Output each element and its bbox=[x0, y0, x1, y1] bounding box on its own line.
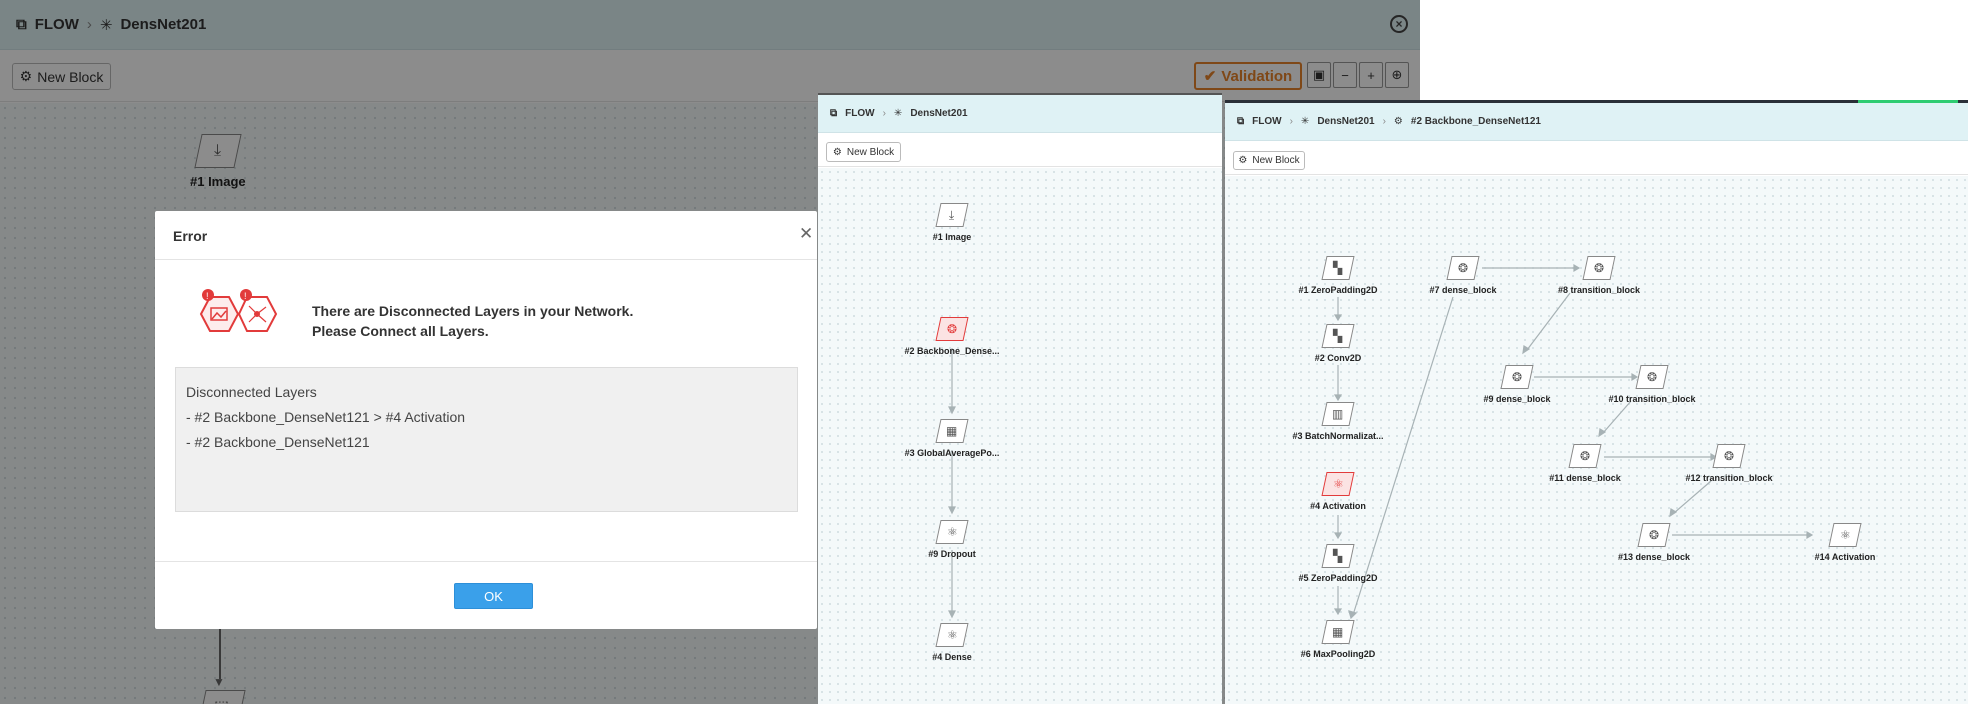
flow-node[interactable]: ❂ #13 dense_block bbox=[1614, 523, 1694, 562]
error-message-line: There are Disconnected Layers in your Ne… bbox=[312, 303, 634, 319]
node-label: #4 Dense bbox=[932, 652, 972, 662]
node-label: #5 ZeroPadding2D bbox=[1298, 573, 1378, 583]
blocks-icon: ❂ bbox=[1582, 256, 1616, 280]
flow-node[interactable]: ⚛ #14 Activation bbox=[1805, 523, 1885, 562]
flow-editor-block: ⧉ FLOW › ✳ DensNet201 › ⚙ #2 Backbone_De… bbox=[1225, 100, 1968, 704]
dense-icon: ⚛ bbox=[935, 623, 969, 647]
pooling-icon: ▦ bbox=[1321, 620, 1355, 644]
flow-node[interactable]: ▦ #3 GlobalAveragePo... bbox=[892, 419, 1012, 458]
flow-node[interactable]: ⚛ #4 Dense bbox=[917, 623, 987, 662]
node-label: #3 GlobalAveragePo... bbox=[904, 448, 1000, 458]
disconnected-layers-list: Disconnected Layers - #2 Backbone_DenseN… bbox=[175, 367, 798, 512]
error-message-line: Please Connect all Layers. bbox=[312, 323, 489, 339]
pooling-icon: ▦ bbox=[935, 419, 969, 443]
node-label: #8 transition_block bbox=[1557, 285, 1641, 295]
error-modal: Error ✕ ! ! There are Disconnected Layer… bbox=[155, 211, 817, 629]
modal-title: Error bbox=[173, 228, 208, 244]
blocks-icon: ❂ bbox=[1637, 523, 1671, 547]
node-label: #12 transition_block bbox=[1685, 473, 1773, 483]
blocks-icon: ❂ bbox=[1446, 256, 1480, 280]
node-label: #1 Image bbox=[932, 232, 972, 242]
node-label: #6 MaxPooling2D bbox=[1300, 649, 1376, 659]
flow-node[interactable]: ❂ #2 Backbone_Dense... bbox=[897, 317, 1007, 356]
flow-node[interactable]: ▦ #6 MaxPooling2D bbox=[1288, 620, 1388, 659]
modal-close-icon[interactable]: ✕ bbox=[799, 224, 813, 244]
node-label: #3 BatchNormalizat... bbox=[1292, 431, 1384, 441]
connections bbox=[948, 348, 956, 619]
flow-node[interactable]: ▥ #3 BatchNormalizat... bbox=[1283, 402, 1393, 441]
flow-node[interactable]: ⚛ #4 Activation bbox=[1298, 472, 1378, 511]
list-item: - #2 Backbone_DenseNet121 bbox=[186, 434, 370, 450]
padding-icon: ▚ bbox=[1321, 256, 1355, 280]
svg-text:!: ! bbox=[244, 291, 247, 301]
blocks-icon: ❂ bbox=[935, 317, 969, 341]
blocks-icon: ❂ bbox=[1500, 365, 1534, 389]
flow-node[interactable]: ⤓ #1 Image bbox=[922, 203, 982, 242]
flow-node[interactable]: ❂ #10 transition_block bbox=[1597, 365, 1707, 404]
flow-node[interactable]: ▚ #1 ZeroPadding2D bbox=[1288, 256, 1388, 295]
list-title: Disconnected Layers bbox=[186, 384, 317, 400]
node-label: #1 ZeroPadding2D bbox=[1298, 285, 1378, 295]
activation-icon: ⚛ bbox=[1321, 472, 1355, 496]
activation-icon: ⚛ bbox=[1828, 523, 1862, 547]
status-strip bbox=[1858, 100, 1958, 103]
conv-icon: ▚ bbox=[1321, 324, 1355, 348]
ok-button[interactable]: OK bbox=[454, 583, 533, 609]
node-label: #10 transition_block bbox=[1608, 394, 1696, 404]
flow-node[interactable]: ❂ #11 dense_block bbox=[1545, 444, 1625, 483]
flow-node[interactable]: ❂ #9 dense_block bbox=[1477, 365, 1557, 404]
node-label: #9 dense_block bbox=[1483, 394, 1551, 404]
flow-node[interactable]: ❂ #12 transition_block bbox=[1674, 444, 1784, 483]
blocks-icon: ❂ bbox=[1568, 444, 1602, 468]
node-label: #11 dense_block bbox=[1549, 473, 1621, 483]
node-label: #13 dense_block bbox=[1617, 552, 1691, 562]
svg-text:!: ! bbox=[206, 291, 209, 301]
import-icon: ⤓ bbox=[935, 203, 969, 227]
flow-node[interactable]: ⚛ #9 Dropout bbox=[917, 520, 987, 559]
flow-editor-network: ⧉ FLOW › ✳ DensNet201 ⚙ New Block ⤓ #1 I… bbox=[818, 93, 1222, 704]
flow-node[interactable]: ❂ #7 dense_block bbox=[1423, 256, 1503, 295]
flow-node[interactable]: ▚ #5 ZeroPadding2D bbox=[1288, 544, 1388, 583]
node-label: #4 Activation bbox=[1310, 501, 1366, 511]
blocks-icon: ❂ bbox=[1635, 365, 1669, 389]
blocks-icon: ❂ bbox=[1712, 444, 1746, 468]
disconnected-layers-icon: ! ! bbox=[199, 289, 278, 332]
divider bbox=[155, 561, 817, 562]
divider bbox=[155, 259, 817, 260]
dropout-icon: ⚛ bbox=[935, 520, 969, 544]
error-message: There are Disconnected Layers in your Ne… bbox=[312, 301, 633, 341]
node-label: #14 Activation bbox=[1814, 552, 1876, 562]
node-label: #9 Dropout bbox=[928, 549, 976, 559]
padding-icon: ▚ bbox=[1321, 544, 1355, 568]
node-label: #7 dense_block bbox=[1429, 285, 1497, 295]
flow-node[interactable]: ▚ #2 Conv2D bbox=[1298, 324, 1378, 363]
flow-node[interactable]: ❂ #8 transition_block bbox=[1544, 256, 1654, 295]
node-label: #2 Conv2D bbox=[1314, 353, 1362, 363]
node-label: #2 Backbone_Dense... bbox=[904, 346, 1000, 356]
list-item: - #2 Backbone_DenseNet121 > #4 Activatio… bbox=[186, 409, 466, 425]
batchnorm-icon: ▥ bbox=[1321, 402, 1355, 426]
